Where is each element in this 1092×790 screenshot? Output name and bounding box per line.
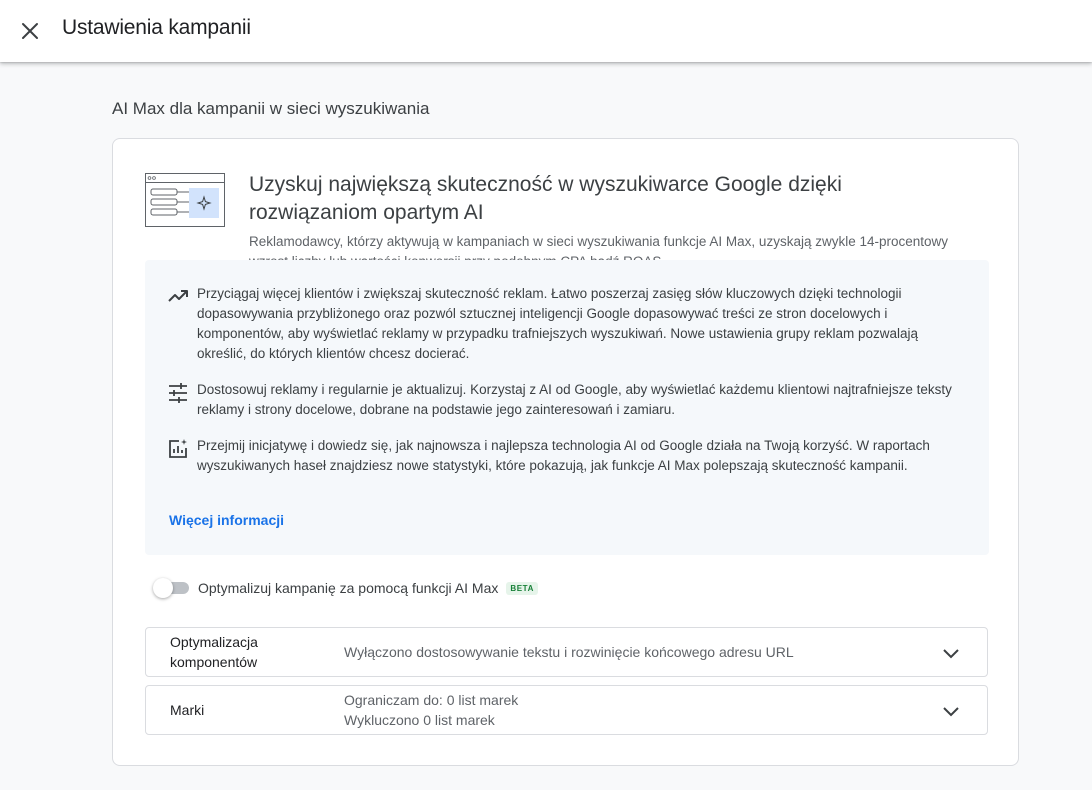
- close-button[interactable]: [14, 15, 46, 47]
- search-ai-illustration-icon: [145, 173, 225, 227]
- trending-up-icon: [168, 290, 188, 302]
- row-value: Wyłączono dostosowywanie tekstu i rozwin…: [344, 644, 794, 660]
- brands-row[interactable]: Marki Ograniczam do: 0 list marek Wykluc…: [145, 685, 988, 735]
- section-title: AI Max dla kampanii w sieci wyszukiwania: [112, 99, 430, 118]
- row-label: Optymalizacja komponentów: [170, 634, 258, 670]
- insights-icon: [169, 439, 187, 458]
- benefit-text: Przejmij inicjatywę i dowiedz się, jak n…: [197, 438, 930, 473]
- benefits-panel: Przyciągaj więcej klientów i zwiększaj s…: [145, 260, 989, 555]
- tune-icon: [169, 383, 187, 403]
- ai-max-toggle-row: Optymalizuj kampanię za pomocą funkcji A…: [153, 577, 538, 599]
- beta-badge: BETA: [506, 581, 538, 595]
- close-icon[interactable]: [20, 21, 40, 41]
- ai-max-card: Uzyskuj największą skuteczność w wyszuki…: [112, 138, 1019, 766]
- toggle-label: Optymalizuj kampanię za pomocą funkcji A…: [198, 580, 499, 596]
- benefit-item: Przyciągaj więcej klientów i zwiększaj s…: [167, 284, 957, 364]
- ai-max-toggle[interactable]: [153, 577, 191, 599]
- page-title: Ustawienia kampanii: [62, 16, 251, 39]
- chevron-down-icon[interactable]: [939, 699, 963, 723]
- asset-optimization-row[interactable]: Optymalizacja komponentów Wyłączono dost…: [145, 627, 988, 677]
- row-value: Wykluczono 0 list marek: [344, 712, 495, 728]
- learn-more-link[interactable]: Więcej informacji: [169, 512, 284, 528]
- row-label: Marki: [170, 702, 205, 718]
- benefit-item: Przejmij inicjatywę i dowiedz się, jak n…: [167, 436, 957, 476]
- benefit-text: Dostosowuj reklamy i regularnie je aktua…: [197, 382, 952, 417]
- row-value: Ograniczam do: 0 list marek: [344, 692, 519, 708]
- top-bar: Ustawienia kampanii: [0, 0, 1092, 62]
- benefit-text: Przyciągaj więcej klientów i zwiększaj s…: [197, 286, 919, 361]
- chevron-down-icon[interactable]: [939, 641, 963, 665]
- toggle-thumb: [153, 578, 173, 598]
- promo-title: Uzyskuj największą skuteczność w wyszuki…: [249, 173, 842, 224]
- benefit-item: Dostosowuj reklamy i regularnie je aktua…: [167, 380, 957, 420]
